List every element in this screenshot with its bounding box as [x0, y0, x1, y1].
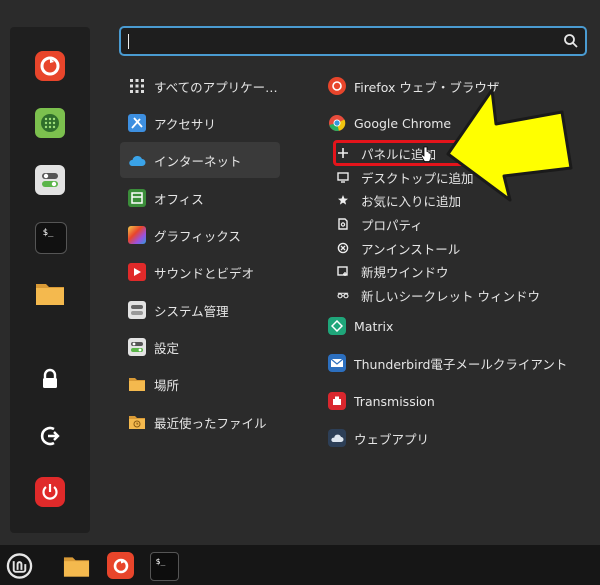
folder-icon — [63, 556, 90, 577]
lock-icon — [43, 368, 57, 388]
category-label: アクセサリ — [154, 116, 216, 132]
toggle-settings-icon — [42, 173, 58, 187]
favorite-terminal[interactable]: $_ — [35, 222, 67, 254]
taskbar-terminal[interactable]: $_ — [150, 552, 179, 581]
text-caret — [128, 34, 129, 49]
category-label: 最近使ったファイル — [154, 415, 267, 431]
toggle-settings-icon — [128, 338, 146, 356]
context-properties[interactable]: プロパティ — [337, 213, 557, 235]
office-icon — [128, 189, 146, 207]
app-thunderbird[interactable]: Thunderbird電子メールクライアント — [320, 347, 590, 379]
system-admin-icon — [128, 301, 146, 319]
firefox-icon — [113, 558, 128, 573]
context-label: アンインストール — [361, 241, 461, 257]
category-system-admin[interactable]: システム管理 — [120, 292, 280, 328]
grid-icon — [128, 77, 146, 95]
app-web-apps[interactable]: ウェブアプリ — [320, 422, 590, 454]
favorite-firefox[interactable] — [35, 51, 65, 81]
terminal-icon: $_ — [42, 228, 54, 238]
category-label: オフィス — [154, 191, 204, 207]
chrome-icon — [328, 114, 346, 132]
context-label: プロパティ — [361, 217, 423, 233]
thunderbird-icon — [328, 354, 346, 372]
category-label: 場所 — [154, 377, 180, 393]
folder-icon — [128, 375, 146, 393]
category-label: サウンドとビデオ — [154, 265, 255, 281]
app-matrix[interactable]: Matrix — [320, 310, 590, 342]
firefox-icon — [40, 56, 60, 76]
desktop-icon — [337, 170, 349, 184]
app-label: ウェブアプリ — [354, 431, 430, 447]
application-menu: $_ すべてのアプリケー… アクセサリ インターネット オフィス グラフィックス… — [0, 0, 600, 545]
taskbar: $_ — [0, 545, 600, 585]
category-office[interactable]: オフィス — [120, 180, 280, 216]
terminal-icon: $_ — [155, 557, 166, 566]
category-places[interactable]: 場所 — [120, 366, 280, 402]
mint-logo-icon — [6, 552, 33, 579]
search-icon[interactable] — [563, 33, 579, 49]
incognito-icon — [337, 288, 349, 302]
play-icon — [128, 263, 146, 281]
transmission-icon — [328, 392, 346, 410]
favorite-lock-screen[interactable] — [35, 364, 65, 394]
category-label: システム管理 — [154, 303, 229, 319]
category-label: 設定 — [154, 340, 180, 356]
calculator-icon — [41, 114, 59, 132]
context-new-incognito-window[interactable]: 新しいシークレット ウィンドウ — [337, 284, 557, 306]
accessories-icon — [128, 114, 146, 132]
new-window-icon — [337, 264, 349, 278]
taskbar-menu-button[interactable] — [6, 552, 33, 579]
firefox-icon — [328, 77, 346, 95]
app-transmission[interactable]: Transmission — [320, 385, 590, 417]
mouse-cursor-icon — [420, 146, 432, 162]
search-input[interactable] — [127, 32, 561, 52]
category-sound-video[interactable]: サウンドとビデオ — [120, 254, 280, 290]
context-label: 新規ウインドウ — [361, 264, 449, 280]
favorite-files[interactable] — [35, 278, 65, 308]
category-settings[interactable]: 設定 — [120, 329, 280, 365]
category-label: グラフィックス — [154, 228, 241, 244]
uninstall-icon — [337, 241, 349, 255]
cloud-icon — [128, 151, 146, 169]
power-icon — [42, 484, 58, 500]
graphics-icon — [128, 226, 146, 244]
favorite-logout[interactable] — [35, 421, 65, 451]
context-label: 新しいシークレット ウィンドウ — [361, 288, 540, 304]
app-label: Thunderbird電子メールクライアント — [354, 356, 568, 372]
category-accessories[interactable]: アクセサリ — [120, 105, 280, 141]
yellow-arrow-annotation — [446, 88, 573, 202]
category-label: すべてのアプリケー… — [154, 79, 278, 95]
matrix-icon — [328, 317, 346, 335]
category-recent-files[interactable]: 最近使ったファイル — [120, 404, 280, 440]
web-app-icon — [328, 429, 346, 447]
logout-icon — [40, 426, 60, 446]
app-label: Matrix — [354, 318, 394, 334]
app-label: Transmission — [354, 393, 435, 409]
category-internet[interactable]: インターネット — [120, 142, 280, 178]
star-icon — [337, 193, 349, 207]
favorites-bar: $_ — [10, 27, 90, 533]
app-label: Google Chrome — [354, 115, 452, 131]
favorite-settings[interactable] — [35, 165, 65, 195]
taskbar-firefox[interactable] — [107, 552, 134, 579]
properties-icon — [337, 217, 349, 231]
favorite-calculator[interactable] — [35, 108, 65, 138]
category-all-applications[interactable]: すべてのアプリケー… — [120, 68, 280, 104]
search-box[interactable] — [119, 26, 587, 56]
context-new-window[interactable]: 新規ウインドウ — [337, 260, 557, 282]
category-label: インターネット — [154, 153, 242, 169]
taskbar-files[interactable] — [63, 552, 90, 579]
category-graphics[interactable]: グラフィックス — [120, 217, 280, 253]
context-uninstall[interactable]: アンインストール — [337, 237, 557, 259]
favorite-shutdown[interactable] — [35, 477, 65, 507]
folder-icon — [36, 284, 64, 305]
recent-files-icon — [128, 413, 146, 431]
